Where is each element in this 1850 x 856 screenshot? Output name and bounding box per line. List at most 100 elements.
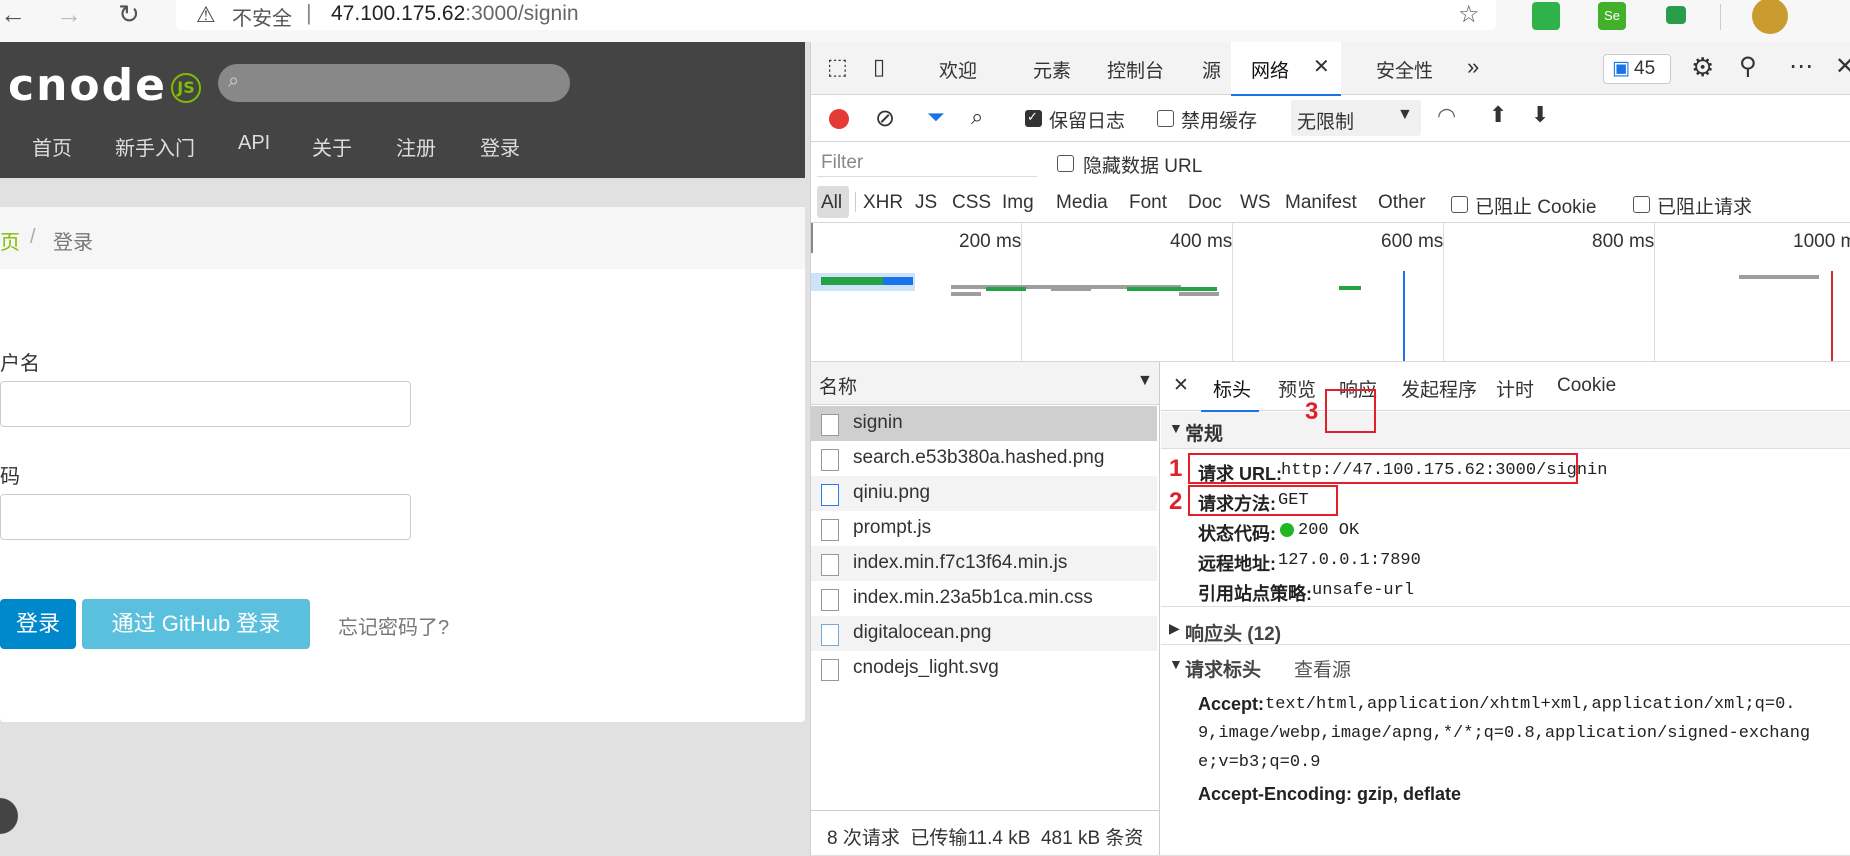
login-button[interactable]: 登录 (0, 599, 76, 649)
type-filter-img[interactable]: Img (1002, 192, 1034, 214)
type-filter-manifest[interactable]: Manifest (1285, 192, 1357, 214)
nav-item-home[interactable]: 首页 (32, 132, 72, 161)
nav-item-login[interactable]: 登录 (480, 132, 520, 161)
annotation-box-response (1325, 389, 1376, 433)
breadcrumb-home[interactable]: 主页 (0, 226, 20, 255)
filter-funnel-icon[interactable]: ⏷ (927, 104, 945, 130)
close-detail-icon[interactable]: ✕ (1173, 374, 1189, 397)
nav-item-getting-started[interactable]: 新手入门 (115, 132, 195, 161)
request-row[interactable]: index.min.23a5b1ca.min.css (811, 581, 1157, 616)
blocked-requests-checkbox[interactable] (1633, 196, 1650, 213)
nav-item-register[interactable]: 注册 (396, 132, 436, 161)
tab-timing[interactable]: 计时 (1496, 375, 1534, 402)
annotation-number-1: 1 (1169, 455, 1183, 482)
favorite-star-icon[interactable]: ☆ (1458, 0, 1480, 29)
type-filter-js[interactable]: JS (915, 192, 937, 214)
request-name: cnodejs_light.svg (853, 657, 999, 678)
chat-extension-icon[interactable] (1666, 6, 1686, 24)
request-headers-section[interactable]: ▼ 请求标头 查看源 (1161, 650, 1850, 682)
preserve-log-checkbox[interactable] (1025, 109, 1042, 127)
response-headers-section[interactable]: ▶ 响应头 (12) (1161, 614, 1850, 646)
more-tabs-icon[interactable]: » (1467, 54, 1479, 80)
forgot-password-link[interactable]: 忘记密码了? (338, 611, 449, 640)
close-tab-icon[interactable]: ✕ (1313, 54, 1330, 79)
tab-sources[interactable]: 源 (1202, 56, 1221, 83)
tab-initiator[interactable]: 发起程序 (1401, 375, 1477, 402)
chevron-right-icon: ▶ (1169, 620, 1180, 636)
general-section-header[interactable]: ▼ 常规 (1161, 412, 1850, 449)
request-row-signin[interactable]: signin (811, 406, 1157, 441)
shield-extension-icon[interactable] (1532, 2, 1560, 30)
remote-address-value: 127.0.0.1:7890 (1278, 551, 1421, 570)
close-devtools-icon[interactable]: ✕ (1835, 52, 1850, 81)
tab-welcome[interactable]: 欢迎 (939, 56, 977, 83)
url-text[interactable]: 47.100.175.62:3000/signin (331, 2, 579, 26)
site-search-input[interactable]: ⌕ (218, 64, 570, 102)
more-options-icon[interactable]: ⋯ (1789, 52, 1813, 81)
record-icon[interactable] (829, 109, 849, 129)
request-row[interactable]: prompt.js (811, 511, 1157, 546)
avatar[interactable] (1752, 0, 1788, 34)
clear-icon[interactable]: ⊘ (875, 104, 895, 133)
nav-item-about[interactable]: 关于 (312, 132, 352, 161)
tab-network-label: 网络 (1251, 61, 1290, 82)
blocked-cookies-checkbox[interactable] (1451, 196, 1468, 213)
customize-icon[interactable]: ⚲ (1739, 52, 1757, 81)
type-filter-media[interactable]: Media (1056, 192, 1108, 214)
settings-gear-icon[interactable]: ⚙ (1691, 52, 1714, 83)
timeline-bar (986, 287, 1026, 291)
type-filter-css[interactable]: CSS (952, 192, 991, 214)
timeline-overview[interactable]: 200 ms 400 ms 600 ms 800 ms 1000 ms (811, 223, 1850, 362)
network-conditions-icon[interactable]: ◠ (1437, 103, 1456, 129)
type-filter-ws[interactable]: WS (1240, 192, 1271, 214)
view-source-link[interactable]: 查看源 (1294, 655, 1351, 682)
hide-data-url-checkbox[interactable] (1057, 155, 1074, 172)
address-bar[interactable]: ⚠ 不安全 | 47.100.175.62:3000/signin ☆ (176, 0, 1496, 30)
password-field[interactable] (0, 494, 411, 540)
forward-button[interactable]: → (56, 0, 82, 28)
request-row[interactable]: digitalocean.png (811, 616, 1157, 651)
tab-elements[interactable]: 元素 (1033, 56, 1071, 83)
throttle-select[interactable]: 无限制 ▼ (1291, 100, 1421, 136)
request-row[interactable]: cnodejs_light.svg (811, 651, 1157, 686)
type-filter-doc[interactable]: Doc (1188, 192, 1222, 214)
type-filter-font[interactable]: Font (1129, 192, 1167, 214)
username-field[interactable] (0, 381, 411, 427)
site-logo[interactable]: cnode JS (8, 60, 201, 111)
name-column-header[interactable]: 名称 ▼ (811, 362, 1159, 405)
inspect-element-icon[interactable]: ⬚ (827, 54, 848, 80)
request-row[interactable]: search.e53b380a.hashed.png (811, 441, 1157, 476)
type-filter-xhr[interactable]: XHR (863, 192, 903, 214)
type-filter-all[interactable]: All (817, 186, 849, 218)
scroll-top-button[interactable] (0, 798, 18, 834)
selenium-extension-icon[interactable]: Se (1598, 2, 1626, 30)
security-status[interactable]: 不安全 (232, 2, 292, 31)
back-button[interactable]: ← (0, 0, 26, 28)
name-column-label: 名称 (819, 377, 858, 398)
device-toolbar-icon[interactable]: ▯ (873, 54, 885, 80)
warning-triangle-icon[interactable]: ⚠ (196, 2, 216, 28)
tab-network[interactable]: 网络 ✕ (1231, 42, 1341, 96)
request-name: search.e53b380a.hashed.png (853, 447, 1105, 468)
tab-security[interactable]: 安全性 (1376, 56, 1433, 83)
type-filter-other[interactable]: Other (1378, 192, 1426, 214)
filter-placeholder: Filter (821, 152, 864, 173)
search-icon: ⌕ (228, 70, 240, 92)
issues-icon: ▣ (1612, 58, 1630, 79)
sort-chevron-icon: ▼ (1137, 372, 1153, 389)
reload-button[interactable]: ↻ (118, 0, 140, 28)
disable-cache-checkbox[interactable] (1157, 110, 1174, 127)
export-har-icon[interactable]: ⬇ (1531, 102, 1549, 128)
tab-headers[interactable]: 标头 (1201, 362, 1259, 412)
tab-console[interactable]: 控制台 (1107, 56, 1164, 83)
github-login-button[interactable]: 通过 GitHub 登录 (82, 599, 310, 649)
request-row[interactable]: qiniu.png (811, 476, 1157, 511)
issues-button[interactable]: ▣ 45 (1603, 54, 1671, 84)
filter-input[interactable]: Filter (817, 148, 1037, 177)
nav-item-api[interactable]: API (238, 132, 270, 155)
tab-cookie[interactable]: Cookie (1557, 375, 1616, 397)
request-row[interactable]: index.min.f7c13f64.min.js (811, 546, 1157, 581)
type-filter-all-label: All (821, 192, 843, 213)
search-icon[interactable]: ⌕ (971, 104, 983, 130)
import-har-icon[interactable]: ⬆ (1489, 102, 1507, 128)
